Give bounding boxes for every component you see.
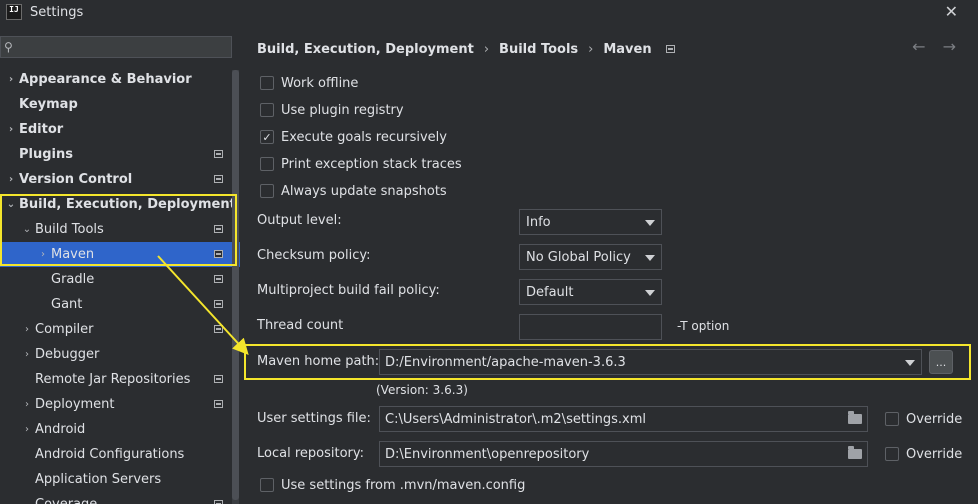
- annotation-arrow: [157, 255, 249, 355]
